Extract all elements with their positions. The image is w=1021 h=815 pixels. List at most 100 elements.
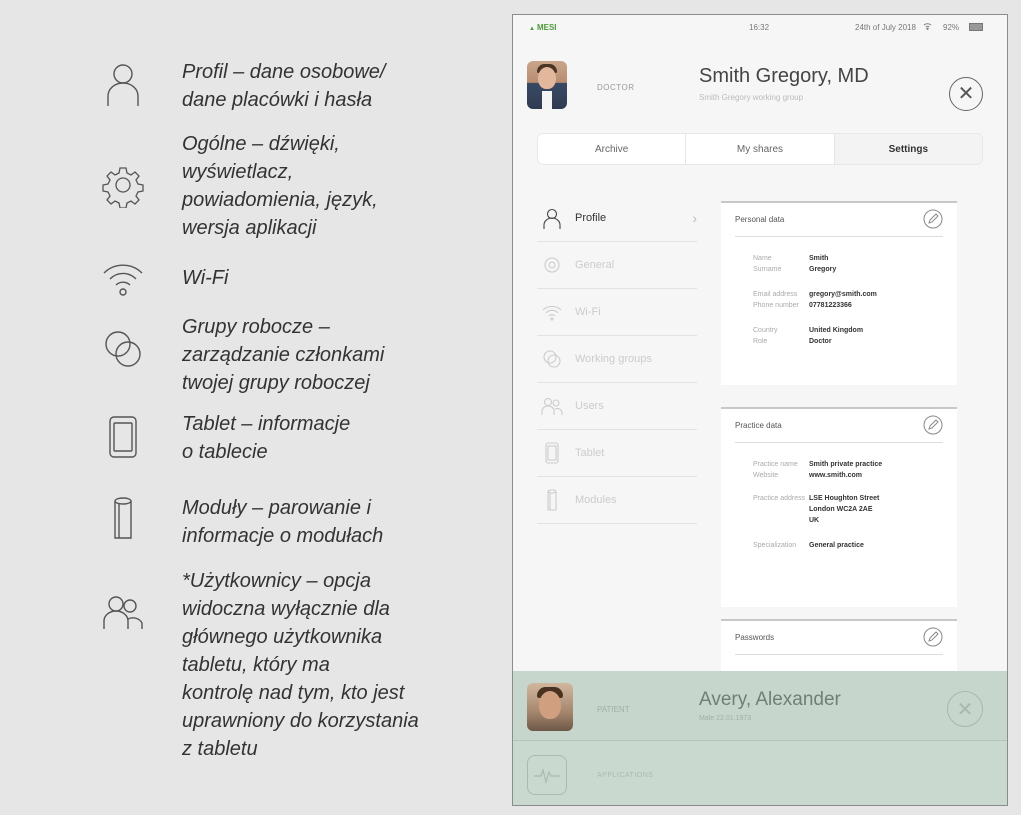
doctor-working-group: Smith Gregory working group <box>699 93 804 102</box>
users-icon <box>100 589 146 635</box>
close-icon: ✕ <box>957 83 975 105</box>
menu-item-wifi[interactable]: Wi-Fi <box>537 289 697 336</box>
menu-item-general[interactable]: General <box>537 242 697 289</box>
users-icon <box>541 397 563 415</box>
menu-label: Tablet <box>575 447 605 459</box>
status-date: 24th of July 2018 <box>855 22 916 32</box>
status-wifi-icon <box>923 22 932 32</box>
field-row: Phone number 07781223366 <box>735 300 943 311</box>
field-row: Website www.smith.com <box>735 470 943 481</box>
field-key: Surname <box>753 266 782 273</box>
tablet-screen: MESI 16:32 24th of July 2018 92% DOCTOR … <box>512 14 1008 806</box>
applications-bar[interactable]: APPLICATIONS <box>513 741 1007 805</box>
legend-text: *Użytkownicy – opcja widoczna wyłącznie … <box>182 570 419 760</box>
doctor-header: DOCTOR Smith Gregory, MD Smith Gregory w… <box>513 39 1007 125</box>
menu-item-tablet[interactable]: Tablet <box>537 430 697 477</box>
profile-icon <box>543 208 561 229</box>
menu-item-users[interactable]: Users <box>537 383 697 430</box>
legend-text: Ogólne – dźwięki, wyświetlacz, powiadomi… <box>182 133 378 239</box>
applications-icon[interactable] <box>527 755 567 795</box>
field-row: Role Doctor <box>735 336 943 347</box>
menu-item-modules[interactable]: Modules <box>537 477 697 524</box>
menu-label: Modules <box>575 494 617 506</box>
battery-icon <box>969 23 983 31</box>
patient-details: Male 22.01.1973 <box>699 715 752 722</box>
modules-icon <box>100 496 146 542</box>
status-battery: 92% <box>943 22 960 32</box>
close-icon: ✕ <box>956 698 974 721</box>
status-bar: MESI 16:32 24th of July 2018 92% <box>513 15 1007 39</box>
field-row: Country United Kingdom <box>735 325 943 336</box>
field-key: Practice address <box>753 495 806 502</box>
legend-text: Wi-Fi <box>182 267 229 289</box>
doctor-role: DOCTOR <box>597 83 635 92</box>
field-row: Surname Gregory <box>735 264 943 275</box>
edit-icon[interactable] <box>923 627 943 647</box>
field-key: Name <box>753 255 772 262</box>
field-key: Country <box>753 327 778 334</box>
legend-text: Grupy robocze – zarządzanie członkami tw… <box>182 316 385 394</box>
field-row: Practice address LSE Houghton Street Lond… <box>735 493 943 526</box>
profile-icon <box>100 60 146 106</box>
settings-menu: Profile › General Wi-Fi Working groups U… <box>537 195 697 524</box>
patient-name: Avery, Alexander <box>699 689 841 710</box>
tablet-icon <box>545 442 559 464</box>
legend-text: Tablet – informacje o tablecie <box>182 413 351 463</box>
field-value: Gregory <box>809 266 837 273</box>
field-value: www.smith.com <box>809 472 863 479</box>
edit-icon[interactable] <box>923 209 943 229</box>
tab-archive[interactable]: Archive <box>538 134 687 164</box>
patient-bar[interactable]: PATIENT Avery, Alexander Male 22.01.1973… <box>513 671 1007 741</box>
gear-icon <box>100 162 146 208</box>
status-time: 16:32 <box>749 22 770 32</box>
modules-icon <box>547 489 557 511</box>
field-key: Website <box>753 472 779 479</box>
field-value: General practice <box>809 542 864 549</box>
menu-item-profile[interactable]: Profile › <box>537 195 697 242</box>
card-title: Personal data <box>735 215 785 224</box>
field-key: Role <box>753 338 768 345</box>
passwords-card: Passwords <box>721 619 957 679</box>
field-key: Email address <box>753 291 798 298</box>
field-row: Name Smith <box>735 253 943 264</box>
chevron-right-icon: › <box>692 210 697 226</box>
practice-data-card: Practice data Practice name Smith private… <box>721 407 957 607</box>
applications-label: APPLICATIONS <box>597 772 654 779</box>
wifi-icon <box>542 305 562 321</box>
edit-icon[interactable] <box>923 415 943 435</box>
tab-my-shares[interactable]: My shares <box>686 134 835 164</box>
gear-icon <box>544 257 560 273</box>
legend-text: Profil – dane osobowe/ dane placówki i h… <box>182 61 386 111</box>
card-title: Passwords <box>735 633 775 642</box>
field-value: Smith private practice <box>809 461 883 468</box>
working-groups-icon <box>100 326 146 372</box>
doctor-avatar <box>527 61 567 109</box>
field-row: Email address gregory@smith.com <box>735 289 943 300</box>
patient-role: PATIENT <box>597 705 630 714</box>
wifi-icon <box>100 255 146 301</box>
patient-close-button[interactable]: ✕ <box>947 691 983 727</box>
field-value: Smith <box>809 255 829 262</box>
menu-item-working-groups[interactable]: Working groups <box>537 336 697 383</box>
tablet-icon <box>100 414 146 460</box>
field-value: gregory@smith.com <box>809 291 877 298</box>
field-key: Practice name <box>753 461 798 468</box>
field-key: Specialization <box>753 542 797 549</box>
patient-avatar <box>527 683 573 731</box>
menu-label: Wi-Fi <box>575 306 601 318</box>
menu-label: Users <box>575 400 604 412</box>
field-value: United Kingdom <box>809 327 864 334</box>
menu-label: General <box>575 259 615 271</box>
field-value: Doctor <box>809 338 832 345</box>
field-key: Phone number <box>753 302 799 309</box>
close-button[interactable]: ✕ <box>949 77 983 111</box>
card-title: Practice data <box>735 421 782 430</box>
legend-text: Moduły – parowanie i informacje o moduła… <box>182 497 384 547</box>
brand-logo: MESI <box>529 23 557 32</box>
field-value: LSE Houghton Street London WC2A 2AE UK <box>809 495 880 524</box>
menu-label: Profile <box>575 212 607 224</box>
tab-settings[interactable]: Settings <box>834 134 982 164</box>
menu-label: Working groups <box>575 353 652 365</box>
doctor-name: Smith Gregory, MD <box>699 65 869 87</box>
settings-legend: Profil – dane osobowe/ dane placówki i h… <box>0 0 500 815</box>
